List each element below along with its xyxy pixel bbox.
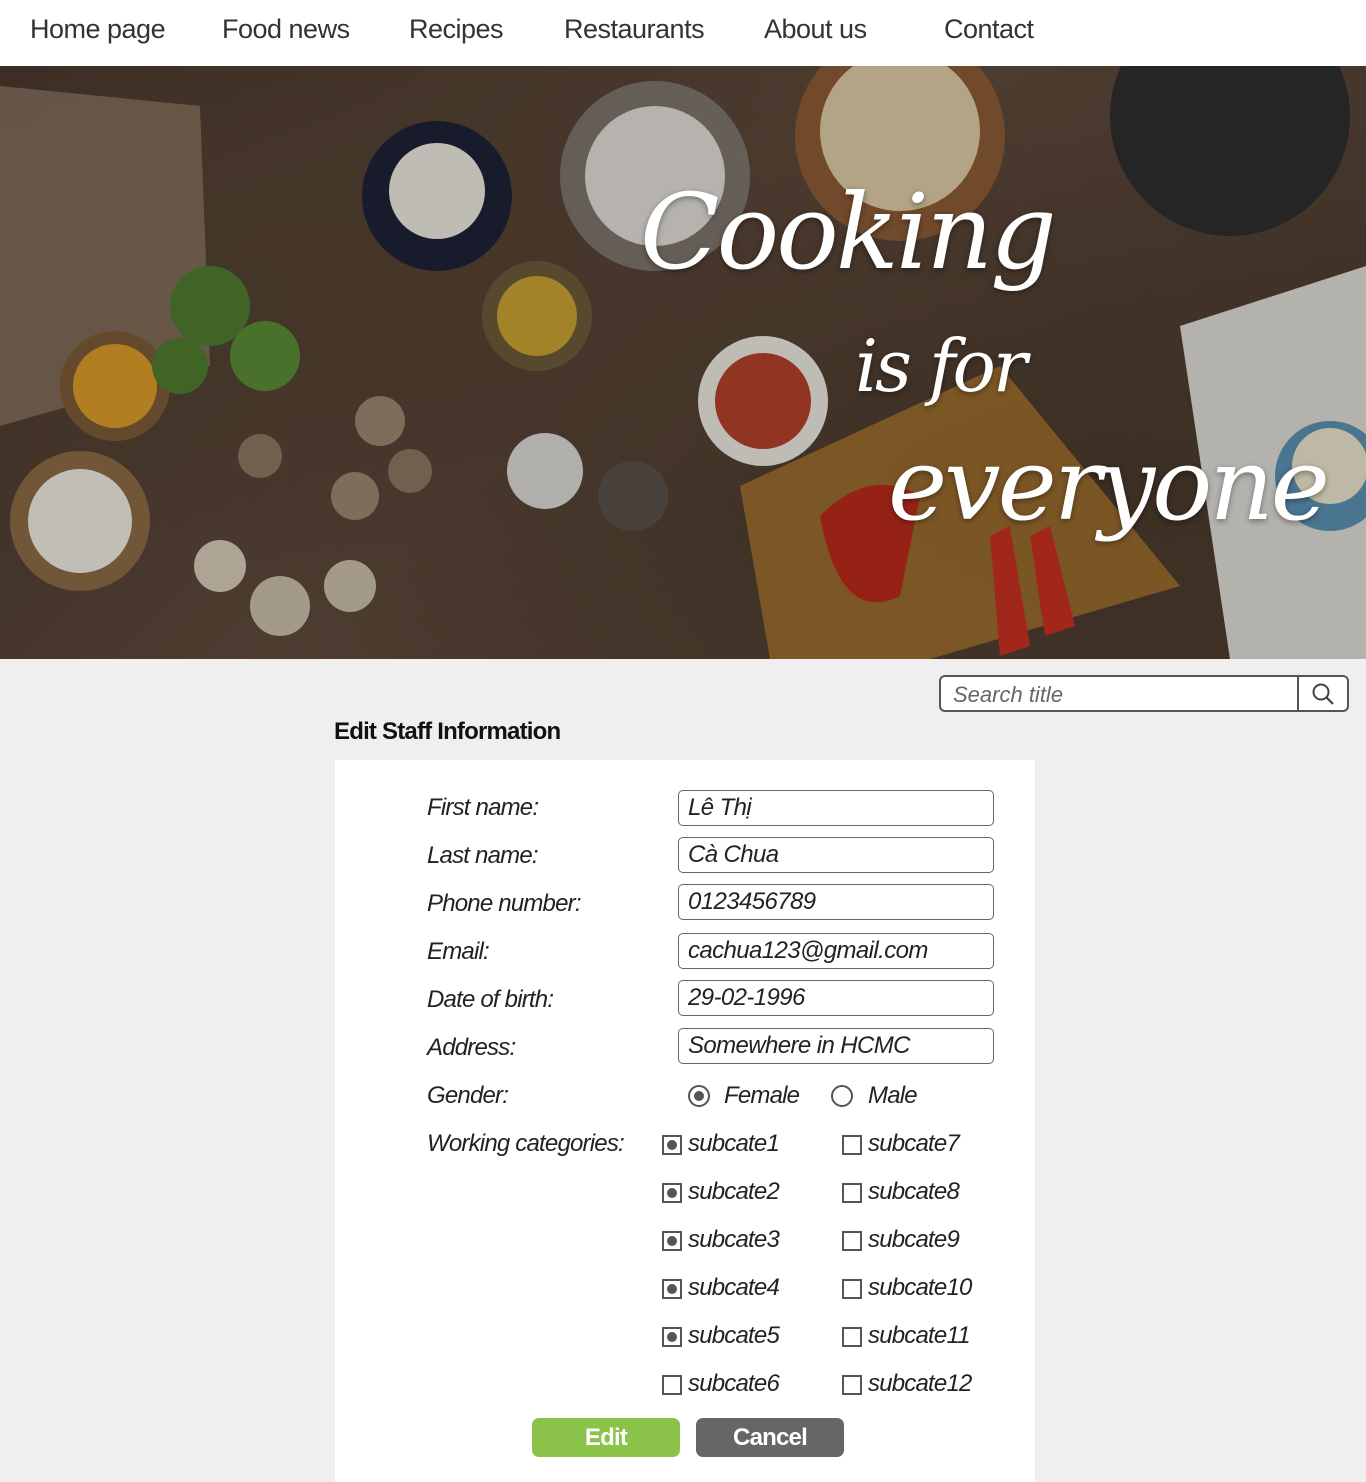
search-icon: [1312, 683, 1334, 705]
edit-staff-form: First name: Last name: Phone number: Ema…: [335, 760, 1035, 1482]
hero-title-is-for: is for: [855, 324, 1027, 408]
gender-label: Gender:: [427, 1082, 509, 1109]
last-name-label: Last name:: [427, 842, 539, 869]
nav-food-news[interactable]: Food news: [222, 14, 350, 45]
first-name-label: First name:: [427, 794, 539, 821]
subcate5-checkbox[interactable]: [662, 1327, 682, 1347]
hero-title-everyone: everyone: [888, 426, 1330, 543]
subcate2-checkbox[interactable]: [662, 1183, 682, 1203]
gender-female-radio[interactable]: [688, 1085, 710, 1107]
date-of-birth-field[interactable]: [678, 980, 994, 1016]
phone-number-label: Phone number:: [427, 890, 582, 917]
form-title: Edit Staff Information: [334, 718, 561, 745]
first-name-field[interactable]: [678, 790, 994, 826]
gender-male-radio[interactable]: [831, 1085, 853, 1107]
search-button[interactable]: [1297, 677, 1347, 710]
hero-title-cooking: Cooking: [640, 171, 1057, 293]
phone-number-field[interactable]: [678, 884, 994, 920]
subcate1-checkbox[interactable]: [662, 1135, 682, 1155]
subcate10-checkbox[interactable]: [842, 1279, 862, 1299]
gender-male-label: Male: [868, 1082, 918, 1109]
last-name-field[interactable]: [678, 837, 994, 873]
email-label: Email:: [427, 938, 490, 965]
email-field[interactable]: [678, 933, 994, 969]
subcate4-checkbox[interactable]: [662, 1279, 682, 1299]
date-of-birth-label: Date of birth:: [427, 986, 554, 1013]
subcate1-label: subcate1: [688, 1130, 780, 1157]
subcate9-checkbox[interactable]: [842, 1231, 862, 1251]
subcate11-checkbox[interactable]: [842, 1327, 862, 1347]
address-field[interactable]: [678, 1028, 994, 1064]
subcate4-label: subcate4: [688, 1274, 780, 1301]
address-label: Address:: [427, 1034, 516, 1061]
subcate10-label: subcate10: [868, 1274, 972, 1301]
edit-button[interactable]: Edit: [532, 1418, 680, 1457]
subcate11-label: subcate11: [868, 1322, 971, 1349]
hero-food-illustration: [0, 66, 1366, 659]
subcate8-label: subcate8: [868, 1178, 960, 1205]
subcate7-checkbox[interactable]: [842, 1135, 862, 1155]
nav-recipes[interactable]: Recipes: [409, 14, 504, 45]
subcate6-label: subcate6: [688, 1370, 780, 1397]
top-navigation: Home page Food news Recipes Restaurants …: [0, 0, 1366, 67]
nav-about-us[interactable]: About us: [764, 14, 867, 45]
subcate6-checkbox[interactable]: [662, 1375, 682, 1395]
cancel-button[interactable]: Cancel: [696, 1418, 844, 1457]
subcate3-label: subcate3: [688, 1226, 780, 1253]
subcate7-label: subcate7: [868, 1130, 960, 1157]
subcate12-checkbox[interactable]: [842, 1375, 862, 1395]
search-input[interactable]: [951, 680, 1295, 710]
nav-restaurants[interactable]: Restaurants: [564, 14, 705, 45]
gender-female-label: Female: [724, 1082, 800, 1109]
hero-banner: Cooking is for everyone: [0, 66, 1366, 659]
subcate2-label: subcate2: [688, 1178, 780, 1205]
search-bar: [939, 675, 1349, 712]
nav-home-page[interactable]: Home page: [30, 14, 166, 45]
subcate12-label: subcate12: [868, 1370, 972, 1397]
subcate5-label: subcate5: [688, 1322, 780, 1349]
subcate3-checkbox[interactable]: [662, 1231, 682, 1251]
subcate8-checkbox[interactable]: [842, 1183, 862, 1203]
nav-contact[interactable]: Contact: [944, 14, 1034, 45]
subcate9-label: subcate9: [868, 1226, 960, 1253]
working-categories-label: Working categories:: [427, 1130, 625, 1157]
